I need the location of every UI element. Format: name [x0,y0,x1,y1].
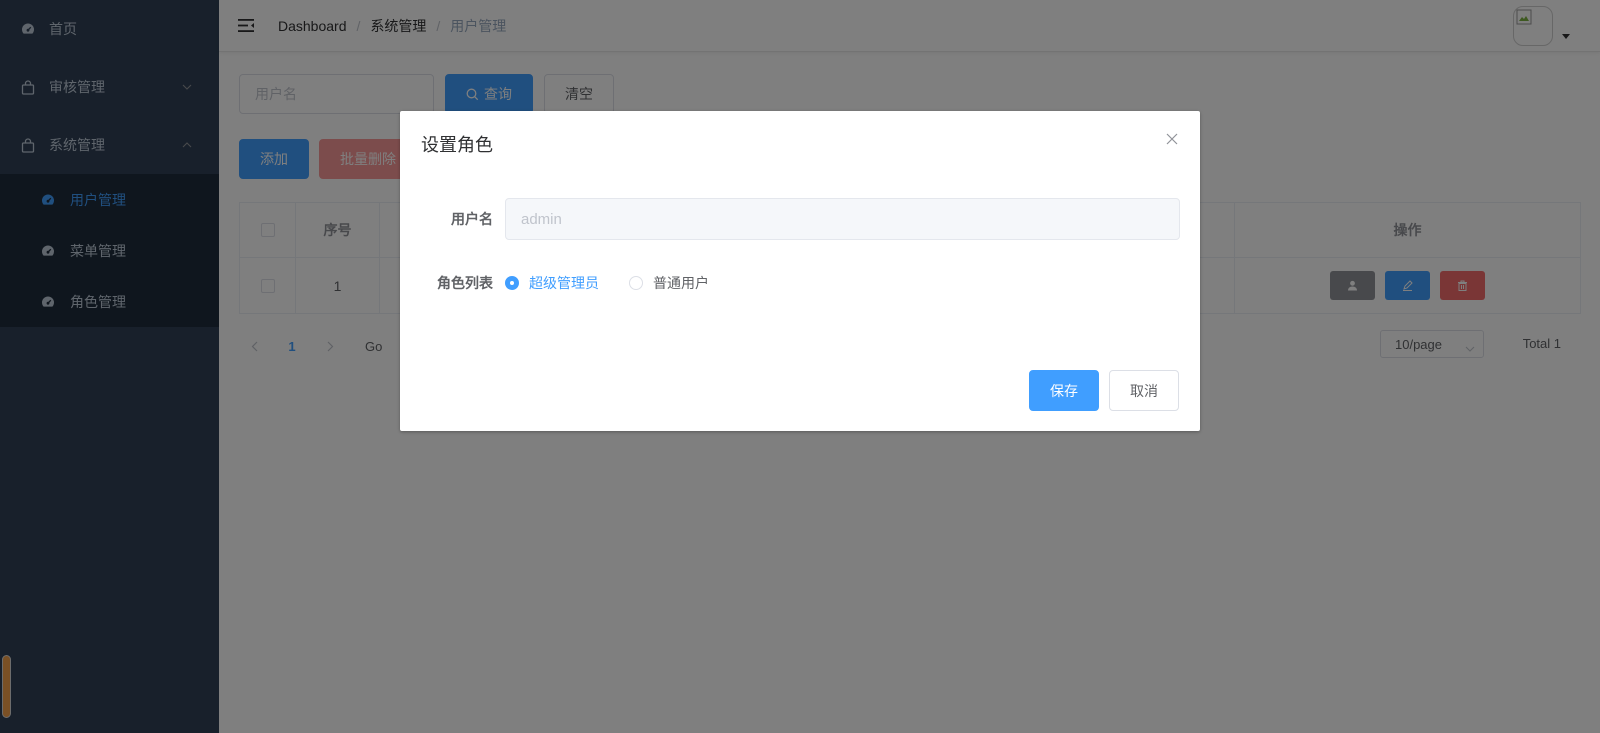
radio-indicator [629,276,643,290]
radio-label: 超级管理员 [529,275,599,291]
username-label: 用户名 [451,211,493,227]
role-radio-normal-user[interactable]: 普通用户 [629,273,709,293]
roles-form-row: 角色列表 超级管理员 普通用户 [421,273,739,293]
close-icon[interactable] [1164,131,1180,147]
role-radio-super-admin[interactable]: 超级管理员 [505,273,599,293]
dialog-title: 设置角色 [421,135,493,155]
roles-label: 角色列表 [437,275,493,291]
save-button[interactable]: 保存 [1029,370,1099,411]
username-form-row: 用户名 admin [421,198,1180,240]
radio-label: 普通用户 [653,275,709,291]
radio-indicator [505,276,519,290]
set-role-dialog: 设置角色 用户名 admin 角色列表 超级管理员 普通用户 保存 取消 [400,111,1200,431]
dialog-footer: 保存 取消 [1019,370,1179,411]
username-field[interactable]: admin [505,198,1180,240]
cancel-button[interactable]: 取消 [1109,370,1179,411]
